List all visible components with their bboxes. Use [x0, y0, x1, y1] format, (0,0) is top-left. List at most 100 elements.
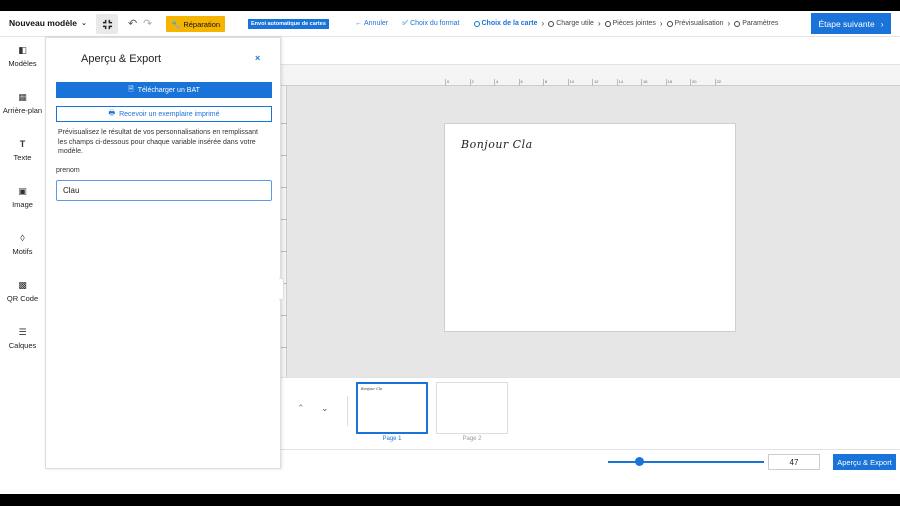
auto-send-badge: Envoi automatique de cartes — [248, 19, 329, 29]
ruler-tick: 16 — [641, 79, 648, 86]
card-text[interactable]: Bonjour Cla — [461, 138, 533, 151]
step-card[interactable]: Choix de la carte — [473, 20, 538, 27]
templates-icon: ◧ — [18, 45, 27, 55]
arrow-left-icon: ← — [355, 20, 362, 27]
next-step-label: Étape suivante — [818, 18, 875, 29]
chevron-up-icon[interactable]: ⌃ — [297, 403, 305, 414]
zoom-slider-handle[interactable] — [635, 457, 645, 466]
receive-print-button[interactable]: 🖶︎ Recevoir un exemplaire imprimé — [56, 106, 272, 122]
chevron-right-icon: › — [727, 19, 731, 28]
collapse-button[interactable] — [96, 14, 118, 34]
rail-label: Calques — [8, 341, 37, 350]
ruler-tick — [280, 123, 287, 124]
step-label: Pièces jointes — [612, 20, 656, 27]
ruler-horizontal: 0 2 4 6 8 10 12 14 16 18 20 22 — [280, 79, 900, 86]
step-label: Charge utile — [556, 20, 594, 27]
ruler-tick: 20 — [690, 79, 697, 86]
card-canvas[interactable]: Bonjour Cla — [444, 123, 736, 332]
step-cancel[interactable]: ← Annuler — [355, 20, 388, 27]
ruler-tick: 14 — [616, 79, 623, 86]
repair-button[interactable]: 🔧 Réparation — [166, 16, 226, 32]
circle-icon — [548, 20, 555, 27]
panel-resize-handle[interactable] — [279, 278, 284, 300]
preview-export-panel: Aperçu & Export × 🗎︎ Télécharger un BAT … — [45, 37, 284, 469]
rail-item-image[interactable]: ▣ Image — [0, 186, 45, 209]
bat-label: Télécharger un BAT — [137, 86, 200, 94]
background-icon: ▦ — [18, 92, 27, 102]
ruler-tick: 0 — [445, 79, 450, 86]
rail-item-background[interactable]: ▦ Arrière-plan — [0, 92, 45, 115]
ruler-tick — [280, 315, 287, 316]
rail-item-qr-code[interactable]: ▩ QR Code — [0, 280, 45, 303]
step-payload[interactable]: Charge utile — [548, 20, 594, 27]
chevron-right-icon: › — [659, 19, 663, 28]
step-breadcrumb: ← Annuler ✅︎ Choix du format Choix de la… — [355, 19, 778, 28]
rail-label: Arrière-plan — [2, 106, 43, 115]
ruler-tick — [280, 219, 287, 220]
step-attachments[interactable]: Pièces jointes — [604, 20, 656, 27]
circle-icon — [604, 20, 611, 27]
zoom-input[interactable]: 47 — [768, 454, 820, 470]
rail-item-text[interactable]: T Texte — [0, 139, 45, 162]
text-icon: T — [19, 139, 26, 149]
divider — [347, 396, 348, 426]
step-label: Prévisualisation — [674, 20, 724, 27]
model-name-dropdown[interactable]: Nouveau modèle ⌄ — [9, 18, 87, 28]
model-name-label: Nouveau modèle — [9, 18, 78, 28]
chevron-down-icon[interactable]: ⌄ — [321, 403, 329, 414]
panel-description: Prévisualisez le résultat de vos personn… — [58, 129, 258, 155]
check-circle-icon: ✅︎ — [402, 19, 409, 27]
wrench-icon: 🔧 — [171, 19, 181, 29]
rail-label: Texte — [13, 153, 32, 162]
ruler-tick — [280, 155, 287, 156]
ruler-tick: 10 — [567, 79, 574, 86]
ruler-tick: 6 — [518, 79, 523, 86]
printer-icon: 🖶︎ — [108, 109, 116, 117]
ruler-tick — [280, 347, 287, 348]
step-preview[interactable]: Prévisualisation — [666, 20, 724, 27]
qr-code-icon: ▩ — [18, 280, 27, 290]
rail-label: Image — [12, 200, 33, 209]
file-icon: 🗎︎ — [128, 85, 134, 93]
circle-icon — [473, 20, 480, 27]
panel-title: Aperçu & Export — [81, 53, 162, 65]
zoom-slider[interactable] — [608, 461, 764, 463]
circle-icon — [666, 20, 673, 27]
step-format[interactable]: ✅︎ Choix du format — [402, 20, 459, 28]
chevron-right-icon: › — [880, 18, 884, 29]
step-label: Choix de la carte — [481, 20, 538, 27]
page-label-2: Page 2 — [462, 436, 482, 442]
rail-item-layers[interactable]: ☰ Calques — [0, 327, 45, 350]
close-icon[interactable]: × — [255, 53, 260, 63]
ruler-tick: 8 — [543, 79, 548, 86]
redo-icon[interactable]: ↷ — [143, 17, 152, 30]
rail-item-templates[interactable]: ◧ Modèles — [0, 45, 45, 68]
page-label-1: Page 1 — [382, 436, 402, 442]
ruler-vertical — [280, 86, 287, 380]
thumbnail-preview-text: Bonjour Cla — [361, 387, 383, 391]
step-settings[interactable]: Paramètres — [734, 20, 778, 27]
app-window: Nouveau modèle ⌄ ↶ ↷ 🔧 Réparation Envoi … — [0, 11, 900, 494]
next-step-button[interactable]: Étape suivante › — [811, 13, 891, 34]
ruler-tick: 22 — [714, 79, 721, 86]
rail-label: Motifs — [12, 247, 33, 256]
ruler-tick: 18 — [665, 79, 672, 86]
chevron-right-icon: › — [597, 19, 601, 28]
chevron-right-icon: › — [541, 19, 545, 28]
repair-label: Réparation — [183, 19, 221, 29]
page-thumbnail-2[interactable] — [436, 382, 508, 434]
left-rail: ◧ Modèles ▦ Arrière-plan T Texte ▣ Image… — [0, 37, 45, 494]
ruler-tick — [280, 251, 287, 252]
rail-label: Modèles — [8, 59, 37, 68]
print-label: Recevoir un exemplaire imprimé — [119, 110, 220, 118]
ruler-tick: 4 — [494, 79, 499, 86]
rail-item-shapes[interactable]: ◊ Motifs — [0, 233, 45, 256]
preview-export-button[interactable]: Aperçu & Export — [833, 454, 896, 470]
layers-icon: ☰ — [18, 327, 27, 337]
chevron-down-icon: ⌄ — [81, 20, 87, 27]
download-bat-button[interactable]: 🗎︎ Télécharger un BAT — [56, 82, 272, 98]
page-thumbnail-1[interactable]: Bonjour Cla — [356, 382, 428, 434]
ruler-tick: 2 — [469, 79, 474, 86]
prenom-input[interactable] — [56, 180, 272, 201]
undo-icon[interactable]: ↶ — [128, 17, 137, 30]
